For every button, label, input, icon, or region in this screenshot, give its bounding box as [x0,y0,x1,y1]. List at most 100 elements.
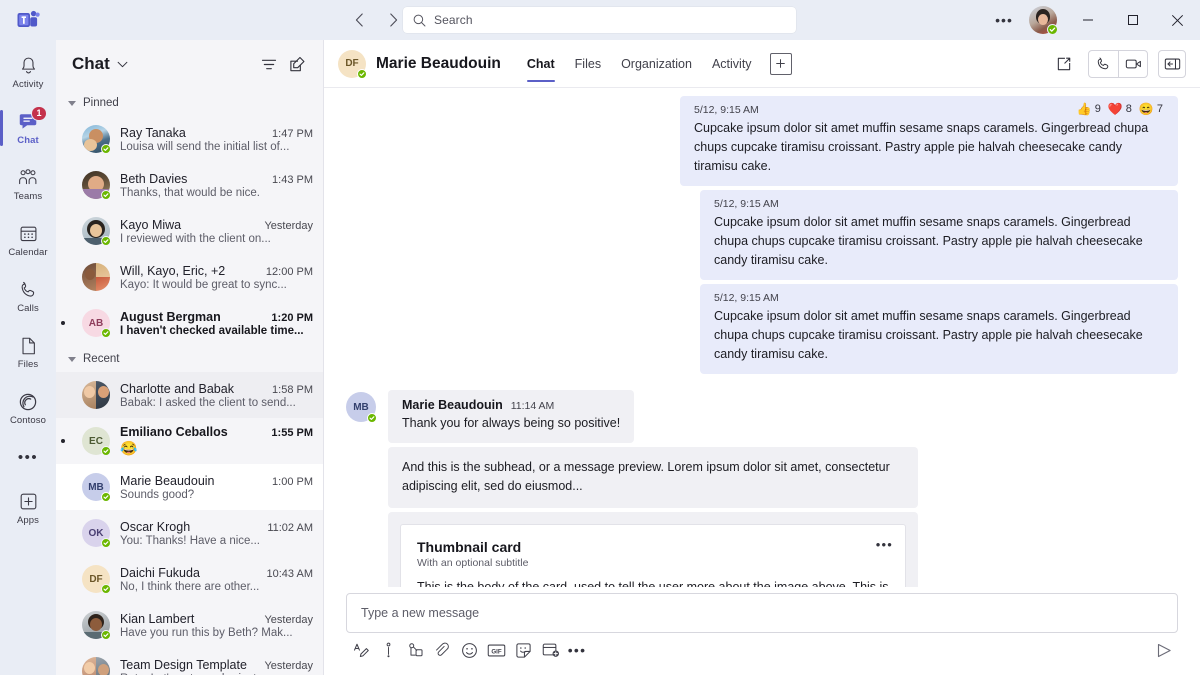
filter-icon[interactable] [255,50,283,78]
presence-available-icon [101,538,111,548]
plus-box-icon [19,491,38,513]
reaction-emoji: 😄 [1139,103,1154,115]
chevron-down-icon[interactable] [117,61,128,68]
message-bubble-card: ••• Thumbnail card With an optional subt… [388,512,918,587]
chat-list-item-charlotte-and-babak[interactable]: Charlotte and Babak 1:58 PM Babak: I ask… [56,372,323,418]
loop-component-icon[interactable] [402,637,428,663]
back-button[interactable] [345,6,373,34]
presence-available-icon [101,236,111,246]
avatar: MB [82,473,110,501]
thumbs-up-reaction[interactable]: 👍 9 [1077,103,1104,115]
chat-icon: 1 [18,111,39,133]
toggle-side-panel-button[interactable] [1158,50,1186,78]
format-icon[interactable] [348,637,374,663]
rail-item-teams[interactable]: Teams [0,156,56,212]
video-call-button[interactable] [1118,50,1147,78]
extension-icon[interactable] [537,637,563,663]
search-bar[interactable]: Search [403,7,796,33]
conversation-header: DF Marie Beaudouin Chat Files Organizati… [324,40,1200,88]
chat-list-item-daichi-fukuda[interactable]: DF Daichi Fukuda 10:43 AM No, I think th… [56,556,323,602]
rail-item-apps[interactable]: Apps [0,480,56,536]
laugh-reaction[interactable]: 😄 7 [1139,103,1166,115]
tab-activity[interactable]: Activity [702,40,762,88]
teams-logo-icon [17,9,40,31]
add-tab-button[interactable] [770,53,792,75]
rail-item-chat[interactable]: 1 Chat [0,100,56,156]
compose-icon[interactable] [283,50,311,78]
sticker-icon[interactable] [510,637,536,663]
message-bubble-preview[interactable]: And this is the subhead, or a message pr… [388,447,918,508]
rail-more-button[interactable]: ••• [0,436,56,478]
group-label: Pinned [83,97,119,109]
card-subtitle: With an optional subtitle [417,557,889,569]
audio-call-button[interactable] [1089,50,1118,78]
settings-more-button[interactable]: ••• [987,0,1021,40]
rail-item-calls[interactable]: Calls [0,268,56,324]
chat-list-item-kayo-miwa[interactable]: Kayo Miwa Yesterday I reviewed with the … [56,208,323,254]
incoming-content: Marie Beaudouin 11:14 AM Thank you for a… [388,390,1178,587]
chat-list-item-marie-beaudouin[interactable]: MB Marie Beaudouin 1:00 PM Sounds good? [56,464,323,510]
chat-preview: I reviewed with the client on... [120,233,313,245]
chat-list-item-kian-lambert[interactable]: Kian Lambert Yesterday Have you run this… [56,602,323,648]
chat-preview: Sounds good? [120,489,313,501]
chat-time: 1:43 PM [272,174,313,186]
rail-item-files[interactable]: Files [0,324,56,380]
chat-list-item-emiliano-ceballos[interactable]: EC Emiliano Ceballos 1:55 PM 😂 [56,418,323,464]
message-bubble[interactable]: Marie Beaudouin 11:14 AM Thank you for a… [388,390,634,443]
attach-icon[interactable] [429,637,455,663]
more-options-icon[interactable]: ••• [564,637,590,663]
presence-available-icon [101,328,111,338]
maximize-button[interactable] [1110,0,1155,40]
chat-time: 10:43 AM [267,568,313,580]
chat-group-recent[interactable]: Recent [56,346,323,372]
message-bubble[interactable]: 5/12, 9:15 AM Cupcake ipsum dolor sit am… [700,284,1178,374]
card-more-icon[interactable]: ••• [876,537,893,552]
close-button[interactable] [1155,0,1200,40]
window-controls-area: ••• [987,0,1200,40]
importance-icon[interactable] [375,637,401,663]
thumbnail-card[interactable]: ••• Thumbnail card With an optional subt… [400,524,906,587]
message-list[interactable]: 👍 9 ❤️ 8 😄 7 5/12, [324,88,1200,587]
people-icon [17,167,39,189]
emoji-icon[interactable] [456,637,482,663]
chat-group-pinned[interactable]: Pinned [56,90,323,116]
call-buttons-group [1088,50,1148,78]
rail-item-contoso[interactable]: Contoso [0,380,56,436]
rail-item-calendar[interactable]: Calendar [0,212,56,268]
send-button[interactable] [1150,637,1178,663]
chat-list-item-team-design-template[interactable]: Team Design Template Yesterday Reta: Let… [56,648,323,675]
avatar [82,611,110,639]
conversation-actions [1050,50,1186,78]
message-bubble[interactable]: 5/12, 9:15 AM Cupcake ipsum dolor sit am… [700,190,1178,280]
chat-list-item-oscar-krogh[interactable]: OK Oscar Krogh 11:02 AM You: Thanks! Hav… [56,510,323,556]
tab-organization[interactable]: Organization [611,40,702,88]
avatar-initials: EC [89,436,103,447]
avatar-initials: OK [89,528,104,539]
message-input[interactable]: Type a new message [346,593,1178,633]
bell-icon [19,55,38,77]
minimize-button[interactable] [1065,0,1110,40]
heart-reaction[interactable]: ❤️ 8 [1108,103,1135,115]
chat-unread-badge: 1 [31,106,46,121]
svg-text:GIF: GIF [491,648,502,655]
chat-list-item-group-will-kayo-eric[interactable]: Will, Kayo, Eric, +2 12:00 PM Kayo: It w… [56,254,323,300]
card-body: This is the body of the card, used to te… [417,578,889,587]
chat-list-item-beth-davies[interactable]: Beth Davies 1:43 PM Thanks, that would b… [56,162,323,208]
chat-name: Charlotte and Babak [120,382,264,396]
chat-list-item-august-bergman[interactable]: AB August Bergman 1:20 PM I haven't chec… [56,300,323,346]
tab-files[interactable]: Files [565,40,611,88]
tab-chat[interactable]: Chat [517,40,565,88]
chat-list-item-ray-tanaka[interactable]: Ray Tanaka 1:47 PM Louisa will send the … [56,116,323,162]
message-text: And this is the subhead, or a message pr… [402,458,904,496]
user-avatar[interactable] [1029,6,1057,34]
gif-icon[interactable]: GIF [483,637,509,663]
chat-list-scroll[interactable]: Pinned Ray Tanaka 1:47 PM [56,88,323,675]
video-icon [1125,57,1142,71]
rail-item-activity[interactable]: Activity [0,44,56,100]
contoso-icon [18,391,38,413]
popout-button[interactable] [1050,50,1078,78]
rail-label: Calls [17,303,39,314]
unread-indicator [61,321,65,325]
message-bubble[interactable]: 👍 9 ❤️ 8 😄 7 5/12, [680,96,1178,186]
teams-logo [0,9,56,31]
